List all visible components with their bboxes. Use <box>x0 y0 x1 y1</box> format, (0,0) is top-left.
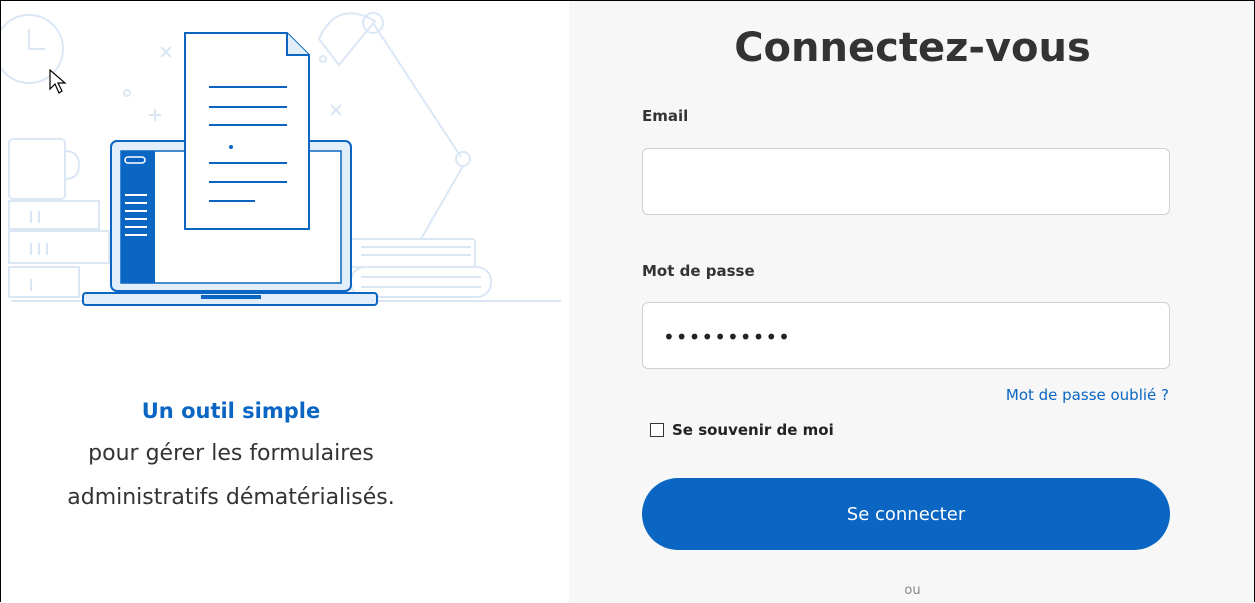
remember-me[interactable]: Se souvenir de moi <box>650 421 834 439</box>
password-input[interactable]: •••••••••• <box>642 302 1170 369</box>
login-button-label: Se connecter <box>846 503 966 525</box>
email-input[interactable] <box>642 148 1170 215</box>
hero-panel: Un outil simple pour gérer les formulair… <box>1 1 569 602</box>
email-label: Email <box>642 107 689 125</box>
hero-title: Un outil simple <box>141 399 321 423</box>
forgot-password-link[interactable]: Mot de passe oublié ? <box>1006 386 1169 404</box>
password-label: Mot de passe <box>642 262 755 280</box>
hero-line-1: pour gérer les formulaires <box>88 441 374 466</box>
remember-me-checkbox[interactable] <box>650 423 664 437</box>
or-separator: ou <box>904 583 921 598</box>
login-title: Connectez-vous <box>734 25 1091 71</box>
login-button[interactable]: Se connecter <box>642 478 1170 550</box>
page-frame: Un outil simple pour gérer les formulair… <box>0 0 1255 602</box>
laptop-illustration <box>1 12 561 306</box>
mouse-cursor-icon <box>49 69 67 94</box>
hero-line-2: administratifs dématérialisés. <box>67 485 395 510</box>
password-value: •••••••••• <box>663 325 791 349</box>
remember-me-label: Se souvenir de moi <box>672 421 834 439</box>
